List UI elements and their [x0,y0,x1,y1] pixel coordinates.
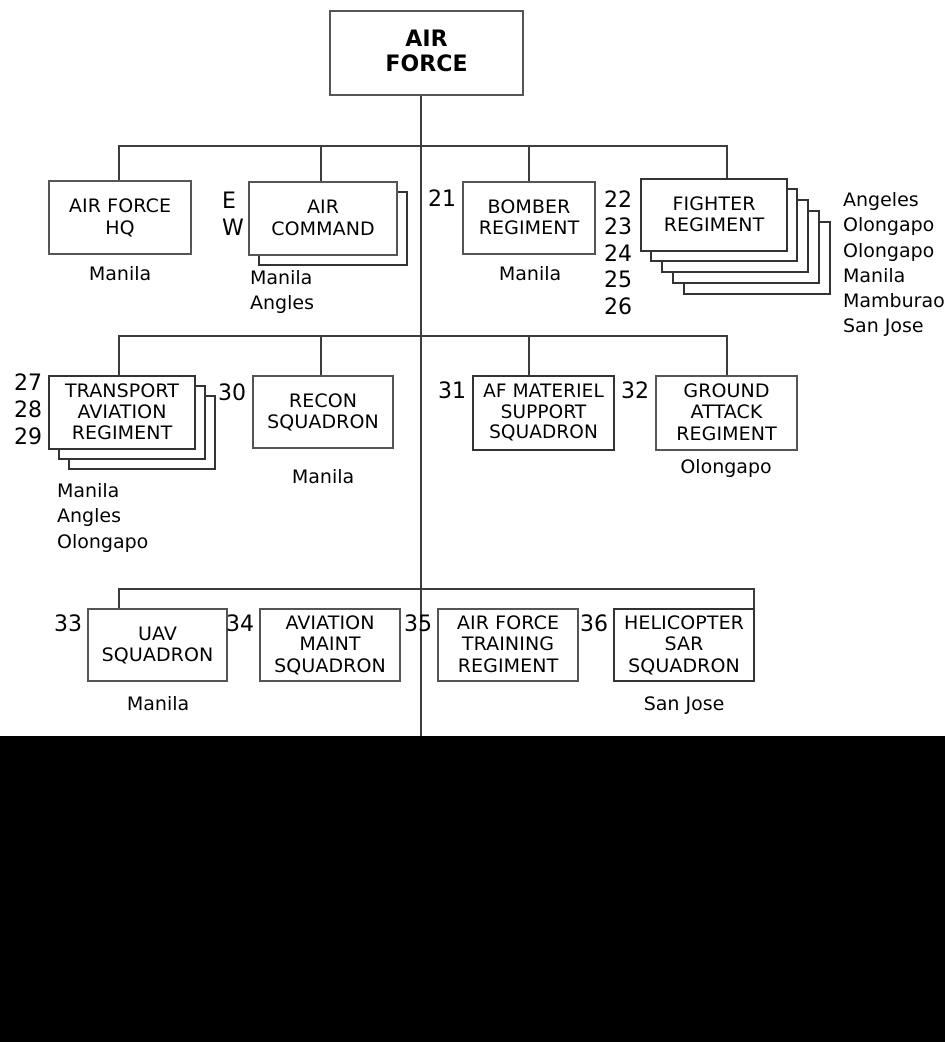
node-fighter-regiment[interactable]: FIGHTER REGIMENT [640,178,788,252]
location-uav-squadron: Manila [126,693,190,715]
row2-drop-3 [528,335,530,375]
node-label: AVIATION MAINT SQUADRON [274,612,386,677]
node-bomber-regiment[interactable]: BOMBER REGIMENT [462,181,596,255]
index-uav-squadron: 33 [54,612,82,637]
org-chart-canvas: AIR FORCE AIR FORCE HQ Manila AIR COMMAN… [0,0,945,1042]
index-af-materiel-support-squadron: 31 [438,379,466,404]
location-helicopter-sar-squadron: San Jose [643,693,725,715]
index-bomber-regiment: 21 [428,187,456,212]
node-uav-squadron[interactable]: UAV SQUADRON [87,608,228,682]
node-af-materiel-support-squadron[interactable]: AF MATERIEL SUPPORT SQUADRON [472,375,615,451]
node-aviation-maint-squadron[interactable]: AVIATION MAINT SQUADRON [259,608,401,682]
row1-drop-2 [320,145,322,181]
index-recon-squadron: 30 [218,381,246,406]
index-transport-aviation-regiment: 27 28 29 [14,371,42,450]
location-ground-attack-regiment: Olongapo [680,456,772,478]
node-label: FIGHTER REGIMENT [663,192,765,236]
index-helicopter-sar-squadron: 36 [580,612,608,637]
bottom-black-band [0,736,945,1042]
index-ground-attack-regiment: 32 [621,379,649,404]
node-label: AF MATERIEL SUPPORT SQUADRON [483,380,604,444]
location-recon-squadron: Manila [291,466,355,488]
node-label: RECON SQUADRON [267,389,379,433]
node-helicopter-sar-squadron[interactable]: HELICOPTER SAR SQUADRON [613,608,755,682]
node-label: AIR FORCE TRAINING REGIMENT [456,612,560,677]
location-fighter-regiment: Angeles Olongapo Olongapo Manila Mambura… [843,189,945,338]
node-transport-aviation-regiment[interactable]: TRANSPORT AVIATION REGIMENT [48,375,196,450]
node-label: AIR FORCE [385,27,468,77]
index-fighter-regiment: 22 23 24 25 26 [604,188,632,321]
node-recon-squadron[interactable]: RECON SQUADRON [252,375,394,449]
node-label: HELICOPTER SAR SQUADRON [624,612,744,677]
row3-drop-4 [753,588,755,608]
row2-drop-2 [320,335,322,375]
air-command-side-letters: E W [222,189,244,241]
node-label: UAV SQUADRON [101,622,214,666]
row1-horizontal-bus [118,145,728,147]
index-air-force-training-regiment: 35 [404,612,432,637]
row1-drop-4 [726,145,728,181]
location-transport-aviation-regiment: Manila Angles Olongapo [57,480,149,553]
location-air-command: Manila Angles [250,267,314,315]
node-label: BOMBER REGIMENT [478,195,580,239]
node-air-force-training-regiment[interactable]: AIR FORCE TRAINING REGIMENT [437,608,579,682]
node-label: AIR FORCE HQ [68,195,172,239]
node-air-command[interactable]: AIR COMMAND [248,181,398,256]
row2-drop-1 [118,335,120,375]
node-air-force-root[interactable]: AIR FORCE [329,10,524,96]
row2-drop-4 [726,335,728,375]
node-ground-attack-regiment[interactable]: GROUND ATTACK REGIMENT [655,375,798,451]
row1-drop-1 [118,145,120,181]
node-air-force-hq[interactable]: AIR FORCE HQ [48,180,192,255]
index-aviation-maint-squadron: 34 [226,612,254,637]
location-air-force-hq: Manila [88,263,152,285]
row3-horizontal-bus [118,588,755,590]
node-label: TRANSPORT AVIATION REGIMENT [64,379,180,445]
node-label: GROUND ATTACK REGIMENT [676,380,777,445]
row3-drop-1 [118,588,120,608]
node-label: AIR COMMAND [271,196,375,240]
row2-horizontal-bus [118,335,728,337]
row1-drop-3 [528,145,530,181]
